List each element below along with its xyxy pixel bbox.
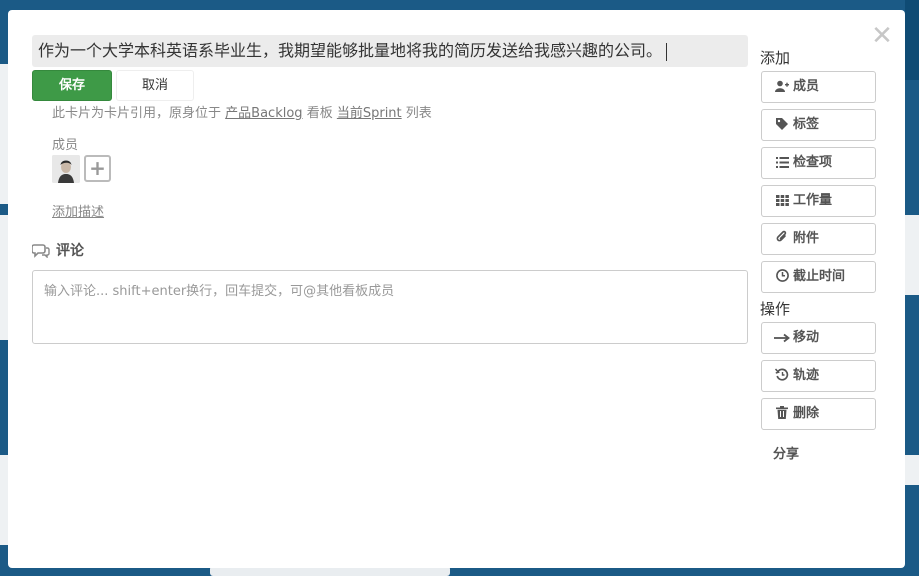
attachment-button[interactable]: 附件 [761, 223, 876, 255]
delete-button[interactable]: 删除 [761, 398, 876, 430]
labels-button[interactable]: 标签 [761, 109, 876, 141]
add-user-icon [774, 74, 790, 104]
add-description-link[interactable]: 添加描述 [52, 201, 104, 220]
card-reference-info: 此卡片为卡片引用，原身位于 产品Backlog 看板 当前Sprint 列表 [52, 106, 432, 122]
due-date-button[interactable]: 截止时间 [761, 261, 876, 293]
card-title-text: 作为一个大学本科英语系毕业生，我期望能够批量地将我的简历发送给我感兴趣的公司。 [38, 41, 663, 60]
workload-button[interactable]: 工作量 [761, 185, 876, 217]
share-link[interactable]: 分享 [773, 443, 799, 462]
side-label: 截止时间 [793, 269, 846, 284]
actions-section-heading: 操作 [760, 300, 791, 318]
side-label: 检查项 [793, 155, 833, 170]
side-label: 轨迹 [793, 368, 820, 383]
comments-heading-label: 评论 [56, 243, 84, 259]
side-label: 附件 [793, 231, 820, 246]
text-caret [666, 42, 668, 61]
members-label: 成员 [52, 138, 79, 153]
card-title-input[interactable]: 作为一个大学本科英语系毕业生，我期望能够批量地将我的简历发送给我感兴趣的公司。 [32, 35, 748, 67]
comments-heading: 评论 [31, 240, 84, 260]
board-column-right [905, 455, 919, 485]
reference-board-link[interactable]: 产品Backlog [225, 106, 302, 121]
move-button[interactable]: 移动 [761, 322, 876, 354]
reference-list-suffix: 列表 [405, 106, 432, 121]
side-label: 移动 [793, 330, 820, 345]
tag-icon [774, 112, 790, 142]
reference-prefix: 此卡片为卡片引用，原身位于 [52, 106, 222, 121]
side-label: 工作量 [793, 193, 833, 208]
checklist-button[interactable]: 检查项 [761, 147, 876, 179]
avatar[interactable] [52, 155, 80, 183]
side-label: 成员 [793, 79, 820, 94]
card-detail-modal: ✕ 作为一个大学本科英语系毕业生，我期望能够批量地将我的简历发送给我感兴趣的公司… [8, 10, 905, 568]
paperclip-icon [774, 226, 790, 256]
add-member-button[interactable]: + [84, 155, 111, 182]
reference-list-link[interactable]: 当前Sprint [337, 106, 402, 121]
side-label: 删除 [793, 406, 820, 421]
comments-icon [31, 244, 50, 259]
history-button[interactable]: 轨迹 [761, 360, 876, 392]
arrow-right-icon [774, 325, 790, 355]
add-member-sidebar-button[interactable]: 成员 [761, 71, 876, 103]
grid-icon [774, 188, 790, 218]
reference-board-suffix: 看板 [306, 106, 333, 121]
save-button[interactable]: 保存 [32, 70, 112, 101]
comment-input[interactable]: 输入评论... shift+enter换行，回车提交，可@其他看板成员 [32, 270, 748, 344]
side-label: 标签 [793, 117, 820, 132]
history-icon [774, 363, 790, 393]
trash-icon [774, 401, 790, 431]
add-section-heading: 添加 [760, 49, 791, 67]
clock-icon [774, 264, 790, 294]
close-icon[interactable]: ✕ [870, 23, 894, 49]
cancel-button[interactable]: 取消 [116, 70, 194, 101]
board-column-right [905, 215, 919, 295]
board-column-right [905, 0, 919, 80]
checklist-icon [774, 150, 790, 180]
